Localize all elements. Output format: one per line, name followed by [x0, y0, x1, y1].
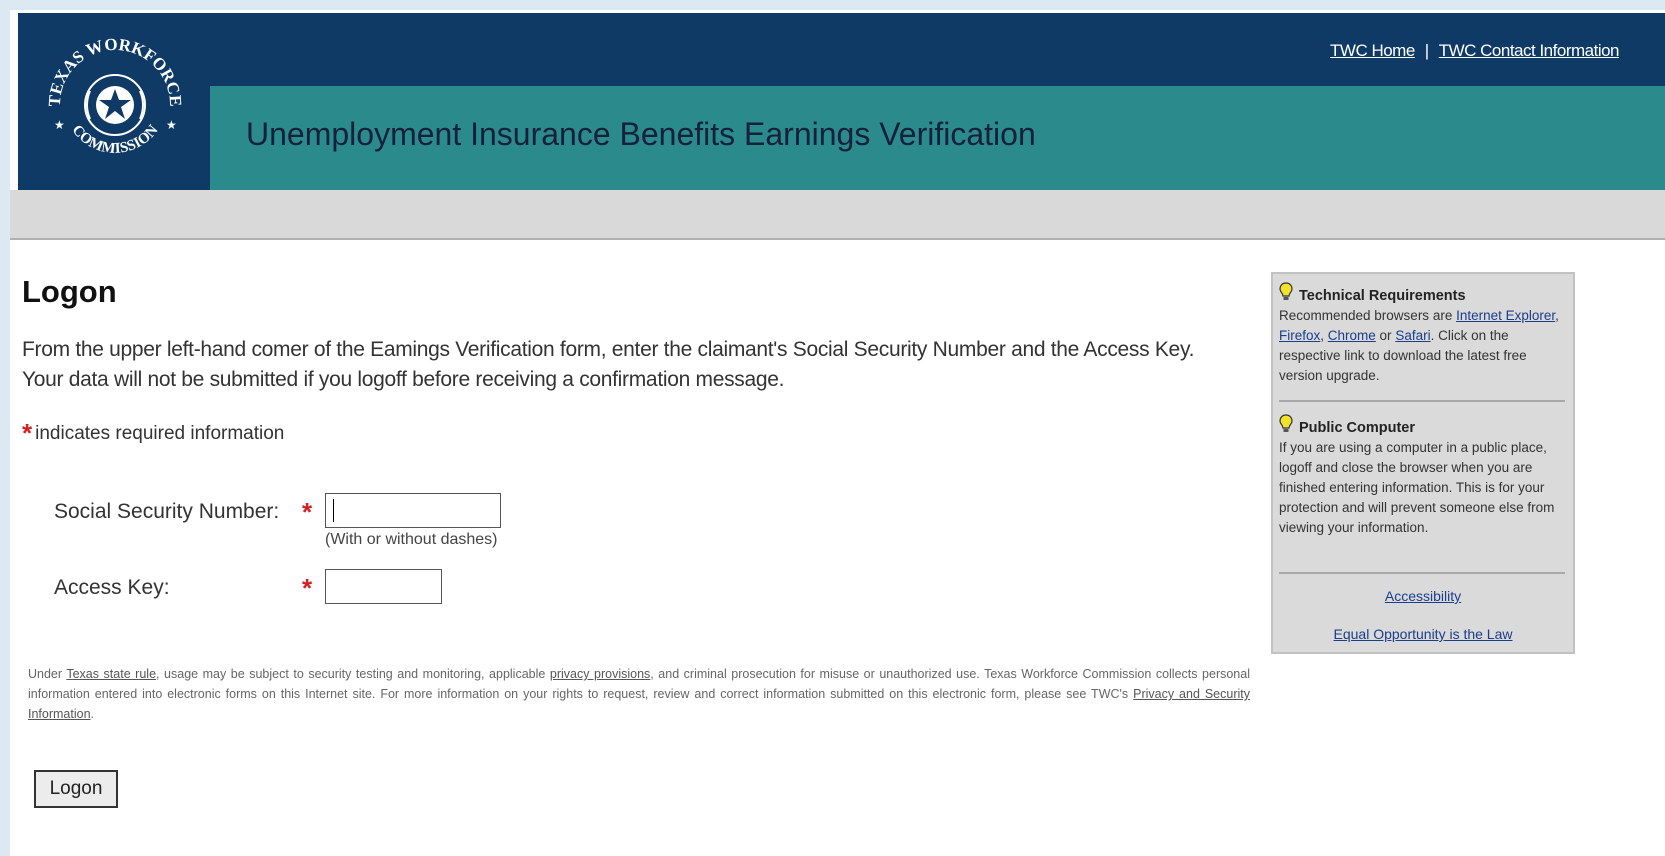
gray-band	[10, 190, 1665, 240]
lightbulb-icon	[1279, 282, 1293, 300]
twc-logo: TEXAS WORKFORCE COMMISSION ★ ★	[18, 13, 210, 190]
legal-text-1: Under	[28, 667, 67, 681]
accessibility-link-wrap: Accessibility	[1273, 588, 1573, 604]
sidebar-divider	[1279, 572, 1565, 574]
top-nav: TWC Home | TWC Contact Information	[1330, 41, 1619, 61]
comma-2: ,	[1320, 328, 1328, 343]
tech-text-1: Recommended browsers are	[1279, 308, 1457, 323]
accessibility-link[interactable]: Accessibility	[1385, 588, 1461, 604]
tech-requirements-title: Technical Requirements	[1299, 288, 1466, 304]
sidebar-tips: Technical Requirements Recommended brows…	[1271, 272, 1575, 654]
privacy-provisions-link[interactable]: privacy provisions	[550, 667, 650, 681]
ssn-required-star: *	[302, 497, 313, 527]
ssn-hint: (With or without dashes)	[325, 531, 498, 548]
header: TEXAS WORKFORCE COMMISSION ★ ★ TWC Home |…	[10, 10, 1665, 190]
chrome-link[interactable]: Chrome	[1328, 328, 1376, 343]
logon-button[interactable]: Logon	[34, 770, 118, 808]
public-computer-text: If you are using a computer in a public …	[1279, 440, 1555, 535]
required-star-icon: *	[22, 418, 33, 448]
app-title: Unemployment Insurance Benefits Earnings…	[246, 116, 1036, 152]
tech-requirements-title-row: Technical Requirements	[1279, 282, 1564, 306]
ssn-label: Social Security Number:	[54, 500, 280, 523]
top-nav-bar: TWC Home | TWC Contact Information	[210, 13, 1665, 86]
internet-explorer-link[interactable]: Internet Explorer	[1456, 308, 1555, 323]
tech-requirements-text: Recommended browsers are Internet Explor…	[1279, 306, 1564, 386]
access-key-label: Access Key:	[54, 576, 170, 599]
access-key-required-star: *	[302, 573, 313, 603]
equal-opportunity-link-wrap: Equal Opportunity is the Law	[1273, 626, 1573, 642]
page: TEXAS WORKFORCE COMMISSION ★ ★ TWC Home |…	[10, 10, 1665, 856]
page-title: Logon	[22, 274, 117, 309]
safari-link[interactable]: Safari	[1395, 328, 1430, 343]
required-note-text: indicates required information	[35, 423, 285, 444]
public-computer-title: Public Computer	[1299, 420, 1416, 436]
svg-text:★: ★	[166, 118, 177, 132]
equal-opportunity-link[interactable]: Equal Opportunity is the Law	[1334, 626, 1513, 642]
svg-text:★: ★	[54, 118, 65, 132]
svg-text:COMMISSION: COMMISSION	[69, 122, 162, 157]
legal-text-2: , usage may be subject to security testi…	[156, 667, 550, 681]
texas-star-seal-icon: TEXAS WORKFORCE COMMISSION ★ ★	[45, 35, 185, 157]
title-bar: Unemployment Insurance Benefits Earnings…	[210, 86, 1665, 190]
public-computer-title-row: Public Computer	[1279, 414, 1564, 438]
sidebar-divider	[1279, 400, 1565, 402]
nav-separator: |	[1424, 41, 1429, 60]
twc-home-link[interactable]: TWC Home	[1330, 41, 1415, 60]
legal-text-4: .	[90, 707, 95, 721]
logo-bottom-text: COMMISSION	[69, 122, 162, 157]
firefox-link[interactable]: Firefox	[1279, 328, 1320, 343]
public-computer-tip: Public Computer If you are using a compu…	[1279, 414, 1564, 538]
tech-requirements-tip: Technical Requirements Recommended brows…	[1279, 282, 1564, 386]
twc-contact-link[interactable]: TWC Contact Information	[1439, 41, 1620, 60]
texas-state-rule-link[interactable]: Texas state rule	[66, 667, 156, 681]
lightbulb-icon	[1279, 414, 1293, 432]
ssn-input[interactable]	[325, 493, 501, 528]
comma-1: ,	[1555, 308, 1559, 323]
or-text: or	[1375, 328, 1396, 343]
legal-notice: Under Texas state rule, usage may be sub…	[28, 664, 1250, 724]
access-key-input[interactable]	[325, 569, 442, 604]
required-note: * indicates required information	[22, 418, 284, 449]
intro-text: From the upper left-hand comer of the Ea…	[22, 338, 1195, 391]
